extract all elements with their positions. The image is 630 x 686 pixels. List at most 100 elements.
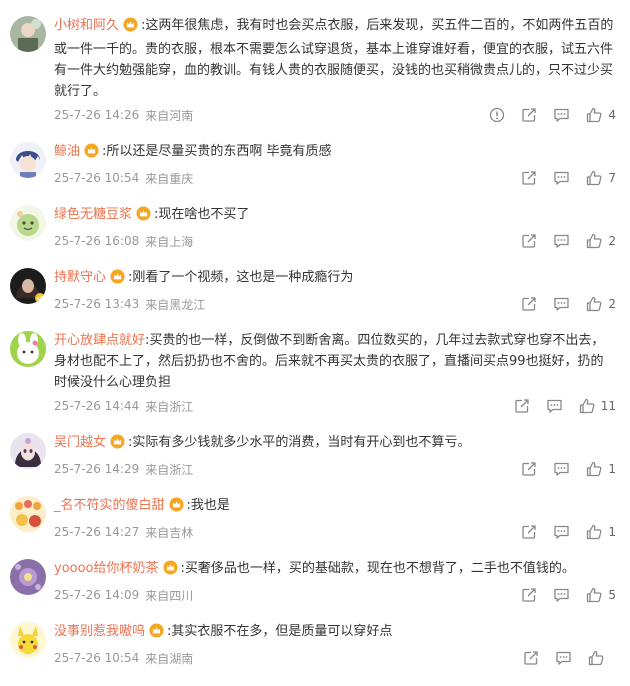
comment-item: _名不符实的傻白甜 :我也是 25-7-26 14:27 来自吉林 1 — [0, 480, 630, 543]
comment-text: :买奢侈品也一样，买的基础款，现在也不想背了，二手也不值钱的。 — [180, 561, 575, 576]
share-icon[interactable] — [521, 233, 537, 249]
thumbs-up-icon — [586, 107, 602, 123]
crown-badge-icon — [84, 143, 99, 165]
comment-icon[interactable] — [553, 461, 570, 477]
comment-text: :我也是 — [186, 498, 230, 513]
comment-text: :所以还是尽量买贵的东西啊 毕竟有质感 — [102, 144, 332, 159]
share-icon[interactable] — [521, 170, 537, 186]
comment-icon[interactable] — [555, 650, 572, 666]
crown-badge-icon — [162, 560, 178, 582]
avatar[interactable] — [10, 268, 46, 304]
username-link[interactable]: 鲸油 — [54, 144, 80, 159]
share-icon[interactable] — [521, 524, 537, 540]
thumbs-up-icon — [586, 587, 602, 603]
thumbs-up-icon — [586, 524, 602, 540]
like-button[interactable]: 1 — [586, 461, 616, 477]
comment-location: 来自重庆 — [145, 171, 194, 186]
crown-badge-icon — [168, 497, 184, 519]
thumbs-up-icon — [586, 461, 602, 477]
comment-item: 小树和阿久:这两年很焦虑，我有时也会买点衣服，后来发现，买五件二百的，不如两件五… — [0, 0, 630, 126]
comment-time: 25-7-26 13:43 — [54, 297, 140, 311]
comment-item: 没事别惹我嗷呜:其实衣服不在多，但是质量可以穿好点 25-7-26 10:54 … — [0, 606, 630, 669]
username-link[interactable]: 吴门越女 — [54, 435, 106, 450]
comment-location: 来自浙江 — [145, 462, 194, 477]
share-icon[interactable] — [514, 398, 530, 414]
username-link[interactable]: 绿色无糖豆浆 — [54, 207, 132, 222]
like-button[interactable] — [588, 650, 616, 666]
report-icon[interactable] — [489, 107, 505, 123]
share-icon[interactable] — [521, 107, 537, 123]
share-icon[interactable] — [523, 650, 539, 666]
like-button[interactable]: 7 — [586, 170, 616, 186]
like-count: 1 — [608, 462, 616, 476]
like-button[interactable]: 11 — [579, 398, 616, 414]
comment-item: 绿色无糖豆浆 :现在啥也不买了 25-7-26 16:08 来自上海 2 — [0, 189, 630, 252]
avatar[interactable] — [10, 622, 46, 658]
thumbs-up-icon — [579, 398, 595, 414]
share-icon[interactable] — [521, 587, 537, 603]
comment-icon[interactable] — [546, 398, 563, 414]
avatar[interactable] — [10, 331, 46, 367]
comment-location: 来自四川 — [145, 588, 194, 603]
like-button[interactable]: 4 — [586, 107, 616, 123]
comment-time: 25-7-26 14:09 — [54, 588, 140, 602]
comment-text: :刚看了一个视频，这也是一种成瘾行为 — [128, 270, 354, 285]
avatar[interactable] — [10, 496, 46, 532]
username-link[interactable]: yoooo给你杯奶茶 — [54, 561, 159, 576]
comment-icon[interactable] — [553, 170, 570, 186]
avatar[interactable] — [10, 559, 46, 595]
comment-item: 开心放肆点就好:买贵的也一样，反倒做不到断舍离。四位数买的，几年过去款式穿也穿不… — [0, 315, 630, 417]
comment-item: 吴门越女 :实际有多少钱就多少水平的消费，当时有开心到也不算亏。 25-7-26 … — [0, 417, 630, 480]
comment-item: 鲸油 :所以还是尽量买贵的东西啊 毕竟有质感 25-7-26 10:54 来自重庆… — [0, 126, 630, 189]
like-count: 2 — [608, 234, 616, 248]
comment-time: 25-7-26 16:08 — [54, 234, 140, 248]
like-count: 1 — [608, 525, 616, 539]
username-link[interactable]: 没事别惹我嗷呜 — [54, 624, 145, 639]
comment-location: 来自吉林 — [145, 525, 194, 540]
comment-text: :其实衣服不在多，但是质量可以穿好点 — [167, 624, 393, 639]
comment-icon[interactable] — [553, 587, 570, 603]
username-link[interactable]: _名不符实的傻白甜 — [54, 498, 165, 513]
comment-icon[interactable] — [553, 107, 570, 123]
like-button[interactable]: 5 — [586, 587, 616, 603]
comment-location: 来自黑龙江 — [145, 297, 206, 312]
thumbs-up-icon — [586, 296, 602, 312]
share-icon[interactable] — [521, 461, 537, 477]
comment-icon[interactable] — [553, 524, 570, 540]
comment-time: 25-7-26 14:26 — [54, 108, 140, 122]
username-link[interactable]: 持默守心 — [54, 270, 106, 285]
share-icon[interactable] — [521, 296, 537, 312]
avatar[interactable] — [10, 205, 46, 241]
avatar[interactable] — [10, 16, 46, 52]
thumbs-up-icon — [588, 650, 604, 666]
thumbs-up-icon — [586, 233, 602, 249]
comment-item: 持默守心 :刚看了一个视频，这也是一种成瘾行为 25-7-26 13:43 来自黑… — [0, 252, 630, 315]
crown-badge-icon — [149, 623, 164, 645]
comment-location: 来自浙江 — [145, 399, 194, 414]
comment-text: :现在啥也不买了 — [154, 207, 250, 222]
comment-list: 小树和阿久:这两年很焦虑，我有时也会买点衣服，后来发现，买五件二百的，不如两件五… — [0, 0, 630, 669]
comment-time: 25-7-26 14:44 — [54, 399, 140, 413]
comment-icon[interactable] — [553, 296, 570, 312]
like-count: 2 — [608, 297, 616, 311]
crown-badge-icon — [110, 269, 125, 291]
comment-item: yoooo给你杯奶茶 :买奢侈品也一样，买的基础款，现在也不想背了，二手也不值钱的… — [0, 543, 630, 606]
avatar[interactable] — [10, 142, 46, 178]
like-button[interactable]: 2 — [586, 233, 616, 249]
comment-icon[interactable] — [553, 233, 570, 249]
avatar[interactable] — [10, 433, 46, 469]
comment-text: :实际有多少钱就多少水平的消费，当时有开心到也不算亏。 — [128, 435, 471, 450]
comment-location: 来自上海 — [145, 234, 194, 249]
like-count: 4 — [608, 108, 616, 122]
comment-location: 来自湖南 — [145, 651, 194, 666]
username-link[interactable]: 小树和阿久 — [54, 18, 119, 33]
comment-time: 25-7-26 14:29 — [54, 462, 140, 476]
like-button[interactable]: 1 — [586, 524, 616, 540]
like-count: 11 — [600, 399, 616, 413]
comment-time: 25-7-26 10:54 — [54, 651, 140, 665]
username-link[interactable]: 开心放肆点就好 — [54, 333, 145, 348]
like-button[interactable]: 2 — [586, 296, 616, 312]
like-count: 5 — [608, 588, 616, 602]
comment-time: 25-7-26 14:27 — [54, 525, 140, 539]
comment-time: 25-7-26 10:54 — [54, 171, 140, 185]
